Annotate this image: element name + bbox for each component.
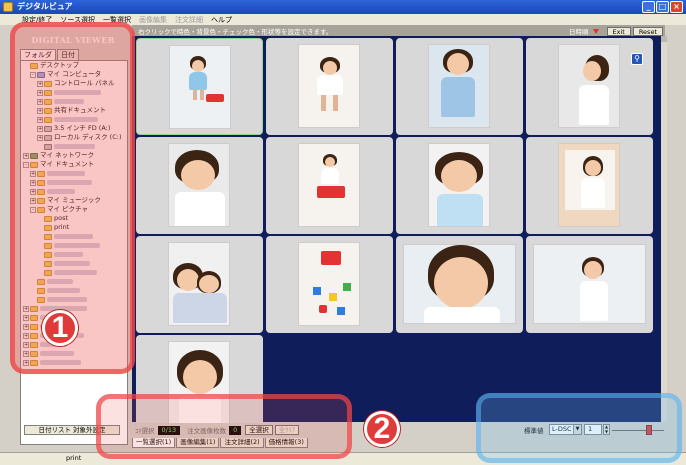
thumbnail-photo	[533, 244, 646, 324]
photo-shape	[177, 269, 199, 291]
photo-shape	[579, 85, 609, 125]
thumbnail-photo	[558, 143, 620, 227]
photo-shape	[192, 60, 204, 72]
info-controls: 日時順 Exit Reset	[569, 26, 663, 36]
photo-shape	[175, 192, 225, 226]
thumbnail-cell[interactable]	[396, 137, 523, 234]
photo-shape	[206, 94, 224, 102]
callout-badge-2: 2	[364, 411, 400, 447]
photo-shape	[437, 194, 483, 226]
photo-shape	[173, 293, 227, 323]
photo-shape	[580, 281, 608, 321]
menu-item[interactable]: 注文詳細	[175, 15, 203, 25]
photo-shape	[329, 293, 337, 301]
thumbnail-cell[interactable]	[266, 137, 393, 234]
info-strip: 右クリックで時色・背景色・チェック色・形状等を設定できます。 日時順 Exit …	[132, 25, 665, 36]
maximize-button[interactable]: □	[656, 1, 669, 13]
thumbnail-cell[interactable]	[396, 38, 523, 135]
thumbnail-photo	[168, 242, 230, 326]
grid-scrollbar[interactable]	[661, 36, 667, 422]
thumbnail-photo	[558, 44, 620, 128]
photo-shape	[343, 283, 351, 291]
app-window: デジタルビュア _ □ × 設定/終了 ソース選択 一覧選択 画像編集 注文詳細 ヘルプ …	[0, 0, 686, 465]
photo-shape	[193, 90, 197, 100]
photo-shape	[447, 53, 469, 75]
photo-shape	[441, 160, 477, 192]
thumbnail-cell[interactable]	[136, 137, 263, 234]
title-bar[interactable]: デジタルビュア _ □ ×	[0, 0, 686, 14]
scroll-up-arrow[interactable]	[661, 36, 667, 42]
callout-badge-1: 1	[42, 310, 78, 346]
thumbnail-cell[interactable]	[266, 236, 393, 333]
photo-shape	[585, 160, 601, 176]
status-folder: print	[66, 454, 82, 462]
thumbnail-cell[interactable]	[526, 236, 653, 333]
photo-shape	[181, 160, 215, 190]
photo-shape	[321, 251, 341, 265]
photo-shape	[584, 261, 602, 279]
thumbnail-cell[interactable]	[526, 137, 653, 234]
app-icon	[3, 2, 13, 12]
photo-shape	[583, 61, 601, 81]
thumbnail-photo	[169, 45, 231, 129]
photo-shape	[183, 360, 217, 394]
thumbnail-photo	[428, 44, 490, 128]
sort-order-label: 日時順	[569, 28, 589, 36]
photo-shape	[424, 307, 500, 323]
thumbnail-cell[interactable]	[396, 236, 523, 333]
thumbnail-photo	[403, 244, 516, 324]
photo-shape	[323, 61, 337, 75]
photo-shape	[325, 157, 335, 167]
thumbnail-photo	[168, 143, 230, 227]
photo-shape	[337, 307, 345, 315]
thumbnail-grid	[132, 36, 661, 432]
thumbnail-photo	[298, 242, 360, 326]
photo-shape	[319, 305, 327, 313]
photo-shape	[333, 95, 338, 111]
thumbnail-cell[interactable]	[136, 236, 263, 333]
photo-shape	[441, 77, 475, 117]
highlight-selection-bar	[96, 394, 352, 459]
close-button[interactable]: ×	[670, 1, 683, 13]
thumbnail-cell[interactable]	[136, 38, 263, 135]
thumbnail-cell[interactable]	[266, 38, 393, 135]
thumbnail-photo	[428, 143, 490, 227]
thumbnail-photo	[298, 143, 360, 227]
thumbnail-photo	[298, 44, 360, 128]
dropdown-triangle-icon[interactable]	[592, 28, 599, 34]
photo-shape	[199, 275, 219, 293]
info-hint: 右クリックで時色・背景色・チェック色・形状等を設定できます。	[138, 27, 333, 36]
photo-shape	[321, 168, 339, 184]
photo-shape	[189, 72, 207, 90]
photo-shape	[317, 75, 343, 95]
window-title: デジタルビュア	[17, 2, 73, 11]
highlight-sort-controls	[476, 393, 682, 463]
photo-shape	[581, 178, 605, 208]
zoom-magnifier-icon[interactable]: ⚲	[631, 53, 643, 65]
minimize-button[interactable]: _	[642, 1, 655, 13]
photo-shape	[321, 95, 326, 111]
photo-shape	[200, 90, 204, 100]
exit-button[interactable]: Exit	[606, 26, 631, 36]
photo-shape	[434, 257, 488, 309]
reset-button[interactable]: Reset	[632, 26, 663, 36]
menu-item[interactable]: ヘルプ	[211, 15, 232, 25]
photo-shape	[313, 287, 321, 295]
photo-shape	[317, 186, 345, 198]
menu-item[interactable]: 画像編集	[139, 15, 167, 25]
